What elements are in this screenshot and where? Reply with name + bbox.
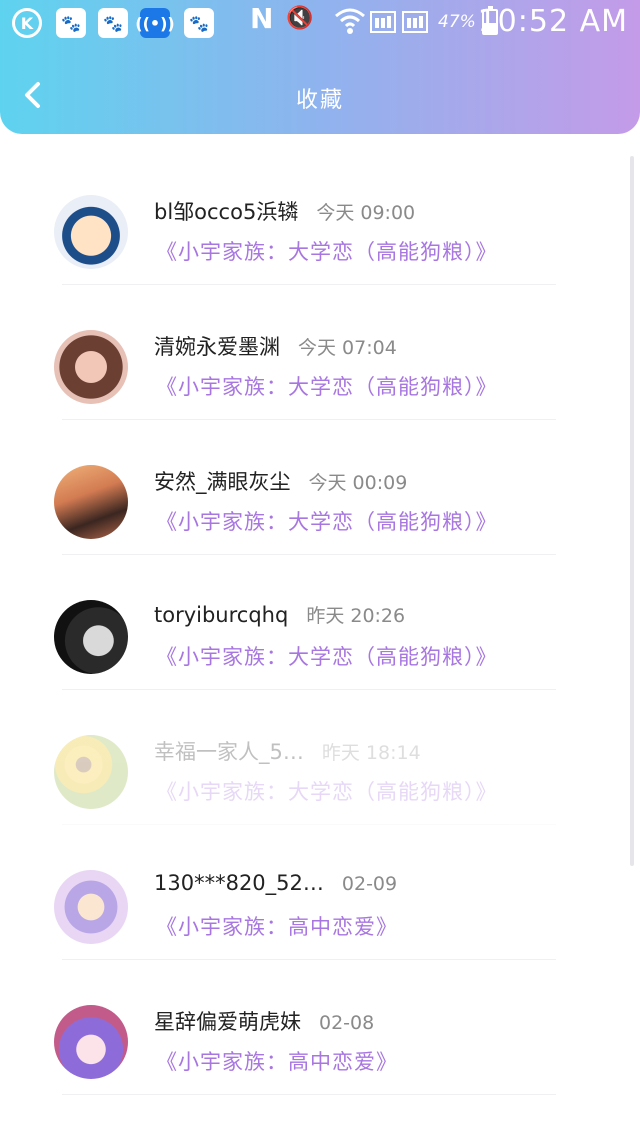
name-line: 清婉永爱墨渊 今天 07:04 [154,331,397,361]
baidu-paw-icon: 🐾 [98,8,128,38]
collection-title-link[interactable]: 《小宇家族：高中恋爱》 [156,911,398,941]
sim1-signal-icon [370,6,398,42]
list-item[interactable]: 幸福一家人_5… 昨天 18:14 《小宇家族：大学恋（高能狗粮）》 [0,690,640,825]
user-name[interactable]: bl邹occo5浜辚 [154,196,298,226]
collection-title-link[interactable]: 《小宇家族：高中恋爱》 [156,1046,398,1076]
user-name[interactable]: 130***820_52… [154,871,324,895]
clock: 10:52 AM [477,4,628,39]
mute-icon: 🔇 [286,6,314,31]
avatar[interactable] [54,735,128,809]
avatar[interactable] [54,870,128,944]
user-name[interactable]: 星辞偏爱萌虎妹 [154,1006,301,1036]
timestamp: 今天 07:04 [298,337,397,359]
avatar[interactable] [54,600,128,674]
sim2-signal-icon [402,6,430,42]
collection-title-link[interactable]: 《小宇家族：大学恋（高能狗粮）》 [156,371,498,401]
favorites-list: bl邹occo5浜辚 今天 09:00 《小宇家族：大学恋（高能狗粮）》 清婉永爱墨渊… [0,150,640,1138]
status-bar: K 🐾 🐾 ((•)) 🐾 N 🔇 47% 10:52 AM [0,0,640,46]
page-title: 收藏 [295,88,344,113]
name-line: bl邹occo5浜辚 今天 09:00 [154,196,415,226]
list-item[interactable]: 星辞偏爱萌虎妹 02-08 《小宇家族：高中恋爱》 [0,960,640,1095]
nfc-icon: N [250,2,274,35]
scrollbar[interactable] [630,156,634,866]
collection-title-link[interactable]: 《小宇家族：大学恋（高能狗粮）》 [156,641,498,671]
user-name[interactable]: 清婉永爱墨渊 [154,331,280,361]
wifi-hotspot-icon: ((•)) [135,8,175,38]
timestamp: 昨天 18:14 [321,742,421,764]
baidu-paw-icon: 🐾 [56,8,86,38]
avatar[interactable] [54,330,128,404]
baidu-paw-icon: 🐾 [184,8,214,38]
name-line: toryiburcqhq 昨天 20:26 [154,601,405,628]
battery-percent: 47% [438,12,476,32]
list-item[interactable]: bl邹occo5浜辚 今天 09:00 《小宇家族：大学恋（高能狗粮）》 [0,150,640,285]
avatar[interactable] [54,465,128,539]
user-name[interactable]: toryiburcqhq [154,603,288,627]
name-line: 130***820_52… 02-09 [154,871,397,895]
avatar[interactable] [54,195,128,269]
list-item[interactable]: 安然_满眼灰尘 今天 00:09 《小宇家族：大学恋（高能狗粮）》 [0,420,640,555]
avatar[interactable] [54,1005,128,1079]
k-circle-icon: K [12,8,42,38]
collection-title-link[interactable]: 《小宇家族：大学恋（高能狗粮）》 [156,776,498,806]
timestamp: 今天 00:09 [308,472,408,494]
timestamp: 昨天 20:26 [306,605,406,627]
user-name[interactable]: 幸福一家人_5… [154,736,304,766]
list-item[interactable]: 130***820_52… 02-09 《小宇家族：高中恋爱》 [0,825,640,960]
divider [62,1094,556,1095]
timestamp: 02-09 [341,873,398,895]
list-item[interactable]: 清婉永爱墨渊 今天 07:04 《小宇家族：大学恋（高能狗粮）》 [0,285,640,420]
list-item[interactable]: toryiburcqhq 昨天 20:26 《小宇家族：大学恋（高能狗粮）》 [0,555,640,690]
timestamp: 今天 09:00 [316,202,416,224]
collection-title-link[interactable]: 《小宇家族：大学恋（高能狗粮）》 [156,236,498,266]
timestamp: 02-08 [319,1012,375,1034]
name-line: 安然_满眼灰尘 今天 00:09 [154,466,407,496]
collection-title-link[interactable]: 《小宇家族：大学恋（高能狗粮）》 [156,506,498,536]
user-name[interactable]: 安然_满眼灰尘 [154,466,291,496]
app-header: K 🐾 🐾 ((•)) 🐾 N 🔇 47% 10:52 AM 收藏 [0,0,640,134]
name-line: 星辞偏爱萌虎妹 02-08 [154,1006,374,1036]
name-line: 幸福一家人_5… 昨天 18:14 [154,736,421,766]
wifi-icon [334,6,366,42]
